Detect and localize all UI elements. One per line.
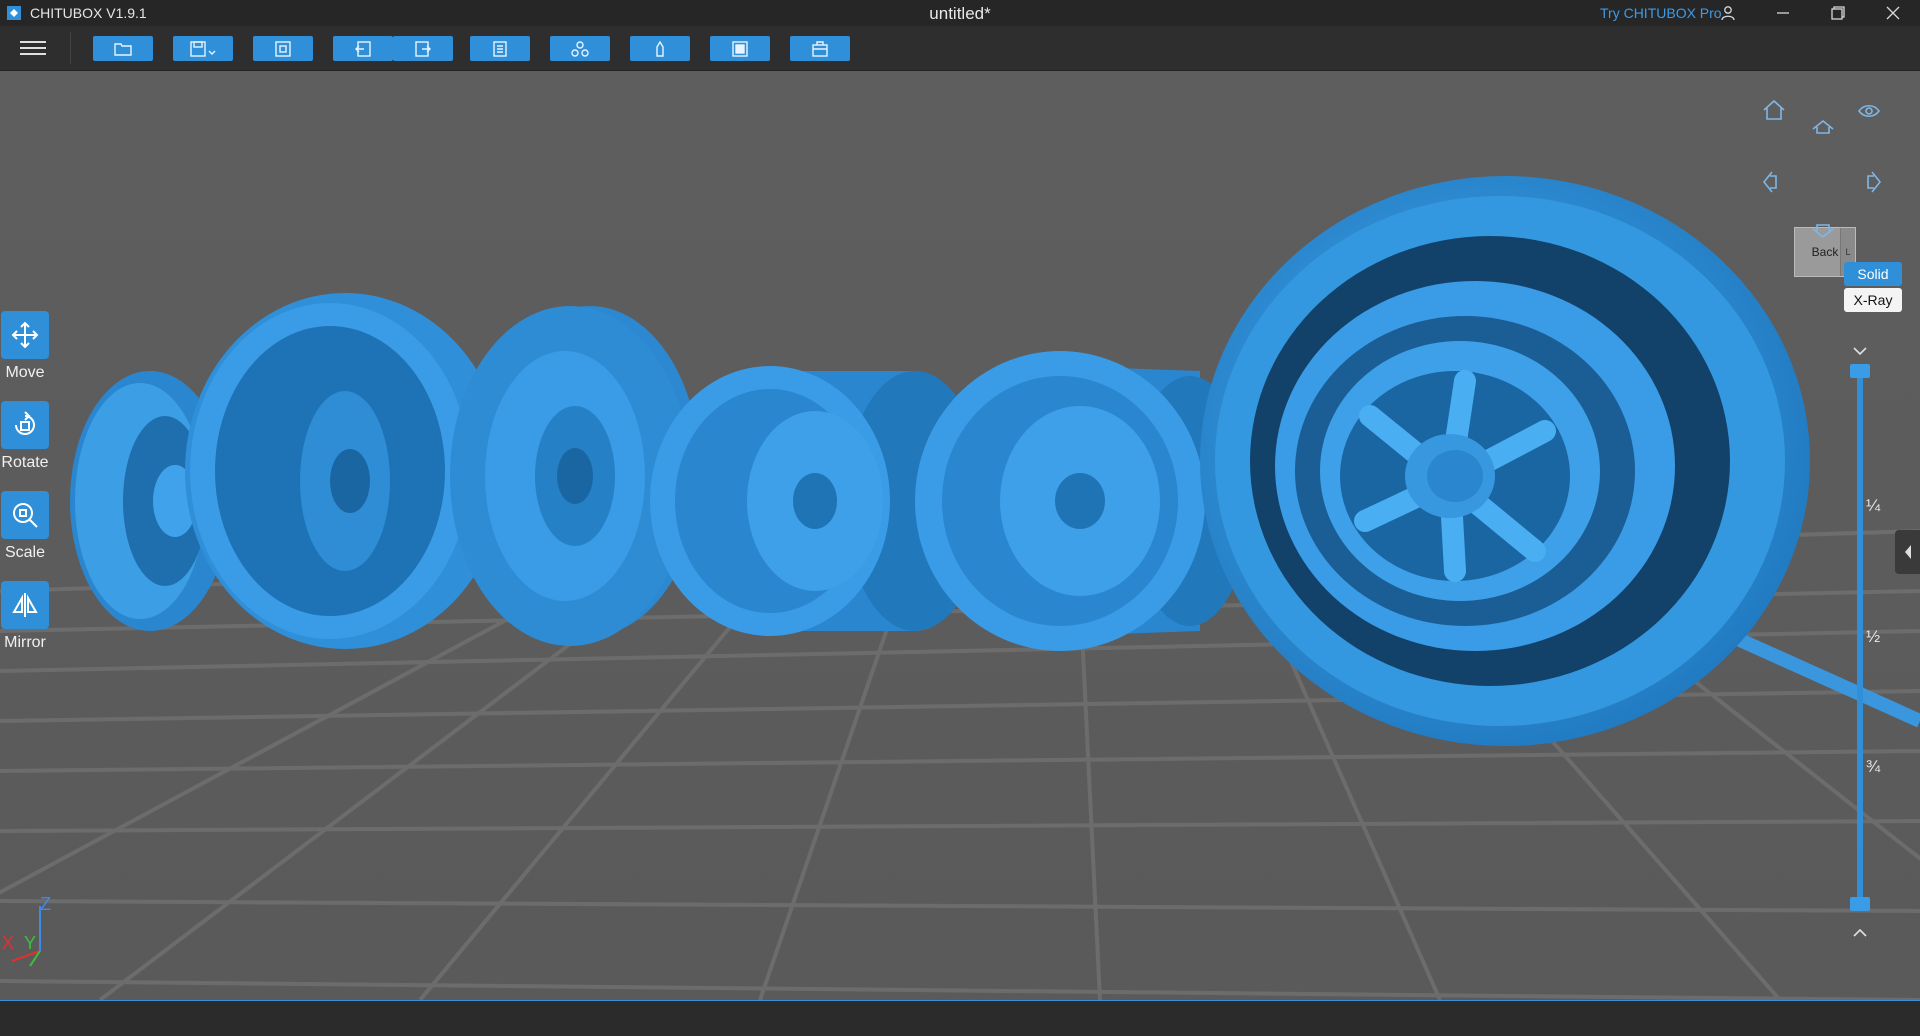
close-icon (1886, 6, 1899, 20)
slider-up-button[interactable] (1852, 925, 1868, 943)
app-name: CHITUBOX V1.9.1 (30, 5, 147, 21)
mirror-tool[interactable]: Mirror (0, 581, 50, 652)
hollow-icon (656, 40, 664, 57)
view-bottom-button[interactable] (1812, 223, 1834, 244)
arrow-left-icon (1762, 171, 1777, 193)
view-cube-face: Back (1811, 245, 1839, 259)
slice-icon (732, 40, 748, 57)
settings-icon (493, 40, 507, 57)
menu-bar (20, 47, 46, 49)
settings-button[interactable] (470, 36, 530, 61)
scale-button[interactable] (1, 491, 49, 539)
chevron-left-icon (1904, 545, 1911, 559)
arrow-right-icon (1867, 171, 1882, 193)
slider-mark-three-quarter: ¾ (1866, 757, 1881, 776)
menu-bar (20, 53, 46, 55)
status-bar (0, 1000, 1920, 1036)
wheel-model-6[interactable] (1200, 176, 1810, 746)
undo-icon (355, 40, 371, 57)
minimize-icon (1776, 12, 1789, 14)
layer-slider-top-handle[interactable] (1850, 364, 1870, 378)
move-icon (11, 321, 39, 349)
move-label: Move (5, 364, 45, 381)
rotate-tool[interactable]: Rotate (0, 401, 50, 472)
chevron-down-icon (1853, 347, 1867, 356)
move-button[interactable] (1, 311, 49, 359)
layout-icon (275, 40, 291, 57)
minimize-button[interactable] (1755, 0, 1810, 26)
slider-mark-quarter: ¼ (1866, 496, 1881, 515)
toolbar-separator (70, 32, 71, 64)
rotate-button[interactable] (1, 401, 49, 449)
menu-button[interactable] (20, 37, 46, 59)
menu-bar (20, 41, 46, 43)
arrow-down-icon (1812, 224, 1834, 239)
scale-tool[interactable]: Scale (0, 491, 50, 562)
restore-icon (1830, 6, 1845, 20)
redo-button[interactable] (393, 36, 453, 61)
visibility-button[interactable] (1858, 104, 1880, 123)
slider-down-button[interactable] (1852, 343, 1868, 361)
app-logo-icon (7, 6, 21, 20)
scene-canvas[interactable] (0, 71, 1920, 1000)
package-button[interactable] (790, 36, 850, 61)
home-icon (1763, 99, 1785, 120)
axis-y-label: Y (24, 933, 37, 953)
main-toolbar (0, 26, 1920, 71)
mirror-button[interactable] (1, 581, 49, 629)
rotate-label: Rotate (1, 454, 49, 471)
view-top-button[interactable] (1812, 119, 1834, 140)
axis-x-label: X (2, 933, 15, 953)
chevron-up-icon (1853, 928, 1867, 937)
package-icon (812, 40, 828, 57)
hollow-button[interactable] (630, 36, 690, 61)
solid-mode-button[interactable]: Solid (1844, 262, 1902, 286)
auto-layout-button[interactable] (253, 36, 313, 61)
support-icon (571, 40, 589, 57)
eye-icon (1858, 104, 1880, 118)
close-button[interactable] (1865, 0, 1920, 26)
mirror-icon (12, 593, 38, 617)
undo-button[interactable] (333, 36, 393, 61)
user-icon (1720, 6, 1735, 21)
save-icon (190, 40, 216, 57)
layer-slider-bottom-handle[interactable] (1850, 897, 1870, 911)
scale-icon (13, 503, 38, 528)
account-button[interactable] (1700, 0, 1755, 26)
support-button[interactable] (550, 36, 610, 61)
slider-mark-half: ½ (1866, 627, 1881, 646)
rotate-icon (15, 411, 35, 435)
view-left-button[interactable] (1762, 171, 1778, 198)
right-panel-toggle[interactable] (1895, 530, 1920, 574)
scale-label: Scale (4, 544, 46, 561)
title-bar: CHITUBOX V1.9.1 untitled* Try CHITUBOX P… (0, 0, 1920, 26)
xray-mode-button[interactable]: X-Ray (1844, 288, 1902, 312)
mirror-label: Mirror (4, 634, 46, 651)
slice-button[interactable] (710, 36, 770, 61)
open-file-button[interactable] (93, 36, 153, 61)
restore-button[interactable] (1810, 0, 1865, 26)
axis-z-label: Z (40, 894, 51, 914)
arrow-up-icon (1812, 119, 1834, 134)
save-file-button[interactable] (173, 36, 233, 61)
wheel-model-5[interactable] (915, 351, 1250, 651)
redo-icon (415, 40, 431, 57)
folder-icon (114, 42, 132, 56)
3d-viewport[interactable]: Z X Y Move Rotate Scale Mirror Back L So… (0, 71, 1920, 1000)
layer-slider-track[interactable] (1857, 371, 1863, 909)
view-right-button[interactable] (1866, 171, 1882, 198)
home-view-button[interactable] (1762, 99, 1786, 126)
move-tool[interactable]: Move (0, 311, 50, 382)
